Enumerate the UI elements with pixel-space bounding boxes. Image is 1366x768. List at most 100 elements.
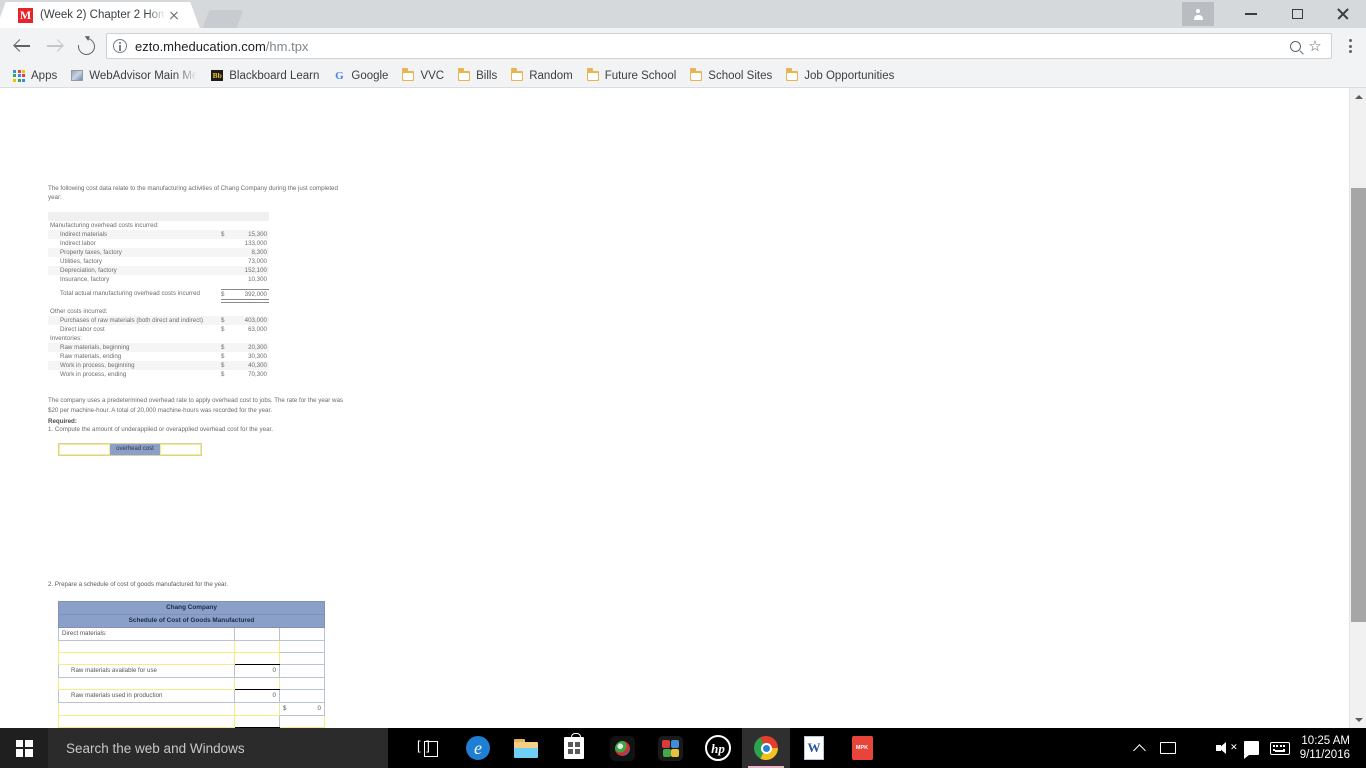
mpk-icon <box>851 736 873 760</box>
url-host: ezto.mheducation.com <box>135 38 266 54</box>
back-button[interactable] <box>6 30 38 62</box>
cost-data-table: Manufacturing overhead costs incurred: In… <box>48 212 269 379</box>
overhead-amount-input[interactable] <box>59 444 110 455</box>
taskbar-hp-button[interactable]: hp <box>694 728 742 768</box>
chrome-menu-button[interactable] <box>1340 33 1360 59</box>
cogm-label-input[interactable] <box>58 652 235 665</box>
bookmark-vvc[interactable]: VVC <box>395 66 451 86</box>
monitor-icon <box>1159 742 1176 754</box>
folder-icon <box>586 68 599 81</box>
display-button[interactable] <box>1154 728 1182 768</box>
new-tab-button[interactable] <box>202 10 244 28</box>
bookmarks-bar: Apps WebAdvisor Main Me Bb Blackboard Le… <box>0 64 1366 88</box>
edge-icon: e <box>466 736 490 760</box>
bookmark-bills[interactable]: Bills <box>451 66 504 86</box>
cogm-input-cell[interactable] <box>234 640 280 653</box>
cost-table-row: Manufacturing overhead costs incurred: <box>48 221 269 230</box>
cogm-label-input[interactable] <box>58 715 235 728</box>
cogm-label-input[interactable] <box>58 702 235 716</box>
taskbar-file-explorer-button[interactable] <box>502 728 550 768</box>
cogm-input-cell[interactable] <box>279 715 325 728</box>
cost-row-label: Inventories: <box>50 335 82 342</box>
cost-row-currency <box>221 257 231 266</box>
overhead-direction-input[interactable] <box>160 444 201 455</box>
cogm-value-cell: 0 <box>279 702 325 716</box>
cogm-input-cell[interactable] <box>234 652 280 665</box>
cogm-row <box>58 640 325 653</box>
taskbar-mpk-button[interactable] <box>838 728 886 768</box>
close-window-button[interactable] <box>1320 0 1366 28</box>
chevron-up-icon <box>1133 743 1147 757</box>
window-controls <box>1182 0 1366 28</box>
maximize-button[interactable] <box>1274 0 1320 28</box>
cost-table-row: Purchases of raw materials (both direct … <box>48 316 269 325</box>
address-bar[interactable]: ezto.mheducation.com/hm.tpx ☆ <box>106 33 1332 59</box>
taskbar-chrome-button[interactable] <box>742 728 790 768</box>
folder-icon <box>402 68 415 81</box>
bookmark-job-opportunities[interactable]: Job Opportunities <box>779 66 901 86</box>
bookmark-school-sites[interactable]: School Sites <box>683 66 779 86</box>
taskbar-camera-button[interactable] <box>598 728 646 768</box>
cogm-label-input[interactable] <box>58 677 235 690</box>
homework-page: The following cost data relate to the ma… <box>0 88 1350 728</box>
cost-row-label: Raw materials, beginning <box>48 343 221 352</box>
taskbar-task-view-button[interactable] <box>406 728 454 768</box>
show-hidden-icons-button[interactable] <box>1126 728 1154 768</box>
vertical-scrollbar[interactable] <box>1349 88 1366 728</box>
overhead-rate-paragraph: The company uses a predetermined overhea… <box>48 397 343 414</box>
volume-button[interactable]: ✕ <box>1210 728 1238 768</box>
start-button[interactable] <box>0 728 48 768</box>
cogm-input-cell[interactable] <box>234 702 280 716</box>
cost-row-currency <box>221 275 231 284</box>
cogm-row-label: Direct materials: <box>58 627 235 641</box>
cogm-value-cell: 0 <box>234 664 280 678</box>
search-placeholder: Search the web and Windows <box>66 740 245 756</box>
bookmark-star-button[interactable]: ☆ <box>1305 36 1325 56</box>
action-center-button[interactable] <box>1238 728 1266 768</box>
scrollbar-thumb[interactable] <box>1351 188 1366 622</box>
network-button[interactable] <box>1182 728 1210 768</box>
taskbar-search-box[interactable]: Search the web and Windows <box>48 728 388 768</box>
cogm-blank-cell <box>279 664 325 678</box>
cogm-label-input[interactable] <box>58 640 235 653</box>
chevron-down-icon <box>1354 717 1363 722</box>
cogm-body: Direct materials: Raw materials available… <box>58 627 325 728</box>
bookmark-apps[interactable]: Apps <box>6 66 64 86</box>
minimize-button[interactable] <box>1228 0 1274 28</box>
webadvisor-favicon <box>71 70 84 81</box>
tab-close-icon[interactable] <box>166 7 182 23</box>
cogm-input-cell[interactable] <box>234 677 280 690</box>
cost-data-rows: Manufacturing overhead costs incurred: In… <box>48 221 269 379</box>
person-icon <box>1193 8 1203 20</box>
cogm-blank-cell <box>279 677 325 690</box>
folder-icon <box>458 68 471 81</box>
cogm-blank-cell <box>279 640 325 653</box>
reload-button[interactable] <box>70 30 102 62</box>
cost-row-label: Other costs incurred: <box>50 308 108 315</box>
bookmark-random[interactable]: Random <box>504 66 579 86</box>
taskbar-clock[interactable]: 10:25 AM 9/11/2016 <box>1294 734 1360 762</box>
cogm-blank-cell <box>279 689 325 703</box>
forward-button[interactable] <box>38 30 70 62</box>
windows-logo-icon <box>15 739 33 757</box>
browser-tab[interactable]: M (Week 2) Chapter 2 Hom <box>8 2 188 28</box>
info-icon[interactable] <box>113 39 127 53</box>
cost-table-row: Work in process, ending $70,300 <box>48 370 269 379</box>
bookmark-future-school[interactable]: Future School <box>580 66 684 86</box>
taskbar-puzzle-button[interactable] <box>646 728 694 768</box>
arrow-right-icon <box>46 38 63 55</box>
touch-keyboard-button[interactable] <box>1266 728 1294 768</box>
scroll-down-button[interactable] <box>1350 711 1366 728</box>
bookmark-blackboard[interactable]: Bb Blackboard Learn <box>204 66 326 86</box>
cost-row-label: Depreciation, factory <box>48 266 221 275</box>
scroll-up-button[interactable] <box>1350 88 1366 105</box>
bookmark-google[interactable]: G Google <box>326 66 395 86</box>
taskbar-store-button[interactable] <box>550 728 598 768</box>
bookmark-webadvisor[interactable]: WebAdvisor Main Me <box>64 66 204 86</box>
profile-avatar-button[interactable] <box>1182 2 1214 26</box>
cogm-row: Raw materials used in production 0 <box>58 689 325 703</box>
zoom-search-button[interactable] <box>1285 36 1305 56</box>
bookmark-label: Job Opportunities <box>804 69 895 82</box>
taskbar-edge-button[interactable]: e <box>454 728 502 768</box>
taskbar-word-button[interactable] <box>790 728 838 768</box>
